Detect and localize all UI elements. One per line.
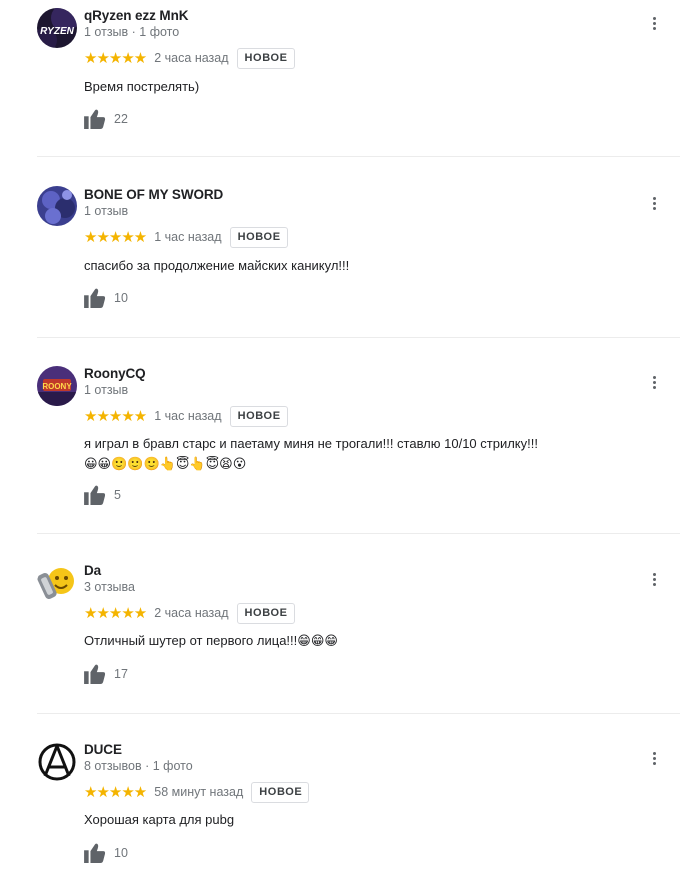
rating-row: ★★★★★ 1 час назад НОВОЕ bbox=[84, 405, 288, 427]
more-vert-icon[interactable] bbox=[646, 372, 662, 392]
new-badge: НОВОЕ bbox=[236, 47, 295, 69]
svg-text:RYZEN: RYZEN bbox=[40, 26, 74, 37]
author-meta: 1 отзыв · 1 фото bbox=[84, 25, 180, 39]
thumb-up-icon bbox=[84, 664, 106, 684]
more-vert-icon[interactable] bbox=[646, 13, 662, 33]
review-text: Время пострелять) bbox=[84, 79, 200, 94]
like-count: 5 bbox=[114, 488, 121, 502]
like-button[interactable]: 5 bbox=[84, 483, 121, 507]
like-button[interactable]: 10 bbox=[84, 286, 128, 310]
new-badge: НОВОЕ bbox=[251, 781, 310, 803]
review-time: 2 часа назад bbox=[154, 51, 229, 65]
review-time: 1 час назад bbox=[154, 409, 222, 423]
more-vert-icon[interactable] bbox=[646, 748, 662, 768]
avatar[interactable]: ROONY bbox=[37, 366, 77, 406]
more-vert-icon[interactable] bbox=[646, 193, 662, 213]
rating-row: ★★★★★ 2 часа назад НОВОЕ bbox=[84, 602, 295, 624]
like-button[interactable]: 17 bbox=[84, 662, 128, 686]
author-name[interactable]: Da bbox=[84, 563, 101, 578]
avatar[interactable] bbox=[37, 563, 77, 603]
like-count: 17 bbox=[114, 667, 128, 681]
rating-row: ★★★★★ 1 час назад НОВОЕ bbox=[84, 226, 288, 248]
new-badge: НОВОЕ bbox=[229, 405, 288, 427]
star-rating: ★★★★★ bbox=[84, 407, 147, 425]
thumb-up-icon bbox=[84, 843, 106, 863]
avatar[interactable]: RYZEN bbox=[37, 8, 77, 48]
like-button[interactable]: 10 bbox=[84, 841, 128, 865]
thumb-up-icon bbox=[84, 109, 106, 129]
thumb-up-icon bbox=[84, 288, 106, 308]
author-name[interactable]: qRyzen ezz MnK bbox=[84, 8, 188, 23]
rating-row: ★★★★★ 2 часа назад НОВОЕ bbox=[84, 47, 295, 69]
review-text: Отличный шутер от первого лица!!!😁😁😁 bbox=[84, 633, 338, 648]
author-name[interactable]: BONE OF MY SWORD bbox=[84, 187, 223, 202]
thumb-up-icon bbox=[84, 485, 106, 505]
review-time: 58 минут назад bbox=[154, 785, 244, 799]
author-meta: 3 отзыва bbox=[84, 580, 135, 594]
author-meta: 1 отзыв bbox=[84, 204, 129, 218]
author-meta: 1 отзыв bbox=[84, 383, 129, 397]
review-text: Хорошая карта для pubg bbox=[84, 812, 235, 827]
author-name[interactable]: DUCE bbox=[84, 742, 122, 757]
new-badge: НОВОЕ bbox=[229, 226, 288, 248]
avatar[interactable] bbox=[37, 186, 77, 226]
star-rating: ★★★★★ bbox=[84, 49, 147, 67]
review-emoji: 😁😁😁 bbox=[297, 633, 338, 648]
star-rating: ★★★★★ bbox=[84, 228, 147, 246]
review-emoji: 😀😀🙂🙂🙂👆😇👆😇😫😮 bbox=[84, 456, 247, 471]
svg-text:ROONY: ROONY bbox=[42, 382, 72, 391]
author-meta: 8 отзывов · 1 фото bbox=[84, 759, 193, 773]
divider bbox=[37, 156, 680, 157]
like-count: 10 bbox=[114, 291, 128, 305]
divider bbox=[37, 533, 680, 534]
review-time: 1 час назад bbox=[154, 230, 222, 244]
divider bbox=[37, 713, 680, 714]
review-text: спасибо за продолжение майских каникул!!… bbox=[84, 258, 350, 273]
like-button[interactable]: 22 bbox=[84, 107, 128, 131]
like-count: 22 bbox=[114, 112, 128, 126]
new-badge: НОВОЕ bbox=[236, 602, 295, 624]
rating-row: ★★★★★ 58 минут назад НОВОЕ bbox=[84, 781, 310, 803]
star-rating: ★★★★★ bbox=[84, 783, 147, 801]
review-time: 2 часа назад bbox=[154, 606, 229, 620]
author-name[interactable]: RoonyCQ bbox=[84, 366, 146, 381]
star-rating: ★★★★★ bbox=[84, 604, 147, 622]
like-count: 10 bbox=[114, 846, 128, 860]
divider bbox=[37, 337, 680, 338]
avatar[interactable] bbox=[37, 742, 77, 782]
review-text: я играл в бравл старс и паетаму миня не … bbox=[84, 436, 538, 471]
more-vert-icon[interactable] bbox=[646, 569, 662, 589]
